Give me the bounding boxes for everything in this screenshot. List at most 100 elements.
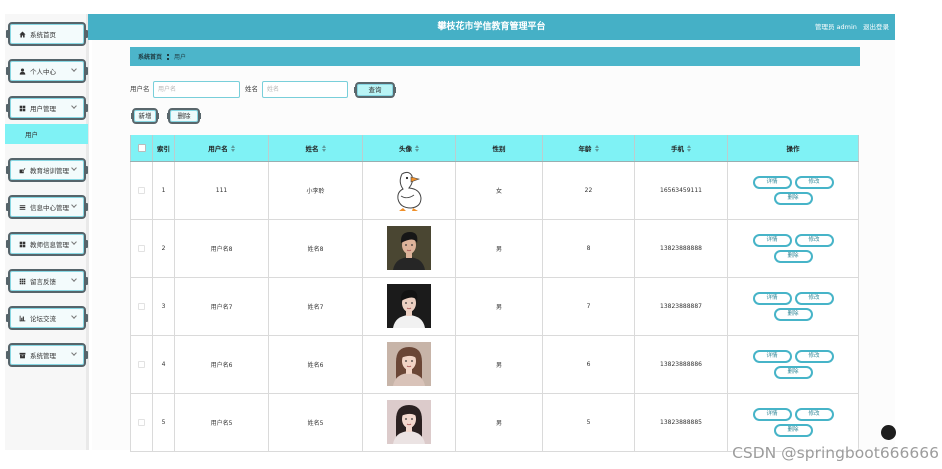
row-actions: 详情 修改删除 <box>752 175 834 205</box>
edit-icon <box>19 166 26 174</box>
table-row: 1 111 小李聆女 22 16563459111 详情 修改 删除 <box>130 160 859 220</box>
chevron-down-icon <box>71 313 77 319</box>
name-search-label: 姓名 <box>245 85 258 93</box>
actions-cell: 详情 修改删除 <box>727 160 859 220</box>
chart-icon <box>19 315 26 322</box>
column-header-label: 手机 <box>671 144 684 153</box>
row-checkbox[interactable] <box>138 244 145 252</box>
actions-cell: 详情 修改删除 <box>727 334 859 394</box>
edit-button[interactable]: 修改 <box>794 349 834 363</box>
header-user-area: 管理员 admin 退出登录 <box>815 14 889 40</box>
row-delete-button[interactable]: 删除 <box>773 307 813 321</box>
table-header-row: 索引 用户名 姓名 头像 性别 年龄 手机 操作 <box>130 135 859 162</box>
row-delete-button[interactable]: 删除 <box>773 365 813 379</box>
edit-button[interactable]: 修改 <box>794 233 834 247</box>
row-delete-button[interactable]: 删除 <box>773 249 813 263</box>
row-checkbox[interactable] <box>138 418 145 426</box>
row-select-cell <box>130 218 153 278</box>
row-actions: 详情 修改删除 <box>752 349 834 379</box>
logout-link[interactable]: 退出登录 <box>863 23 889 31</box>
sidebar-item-label: 系统首页 <box>30 31 56 39</box>
age-cell: 8 <box>542 218 635 278</box>
phone-cell: 16563459111 <box>634 160 728 220</box>
age-cell: 22 <box>542 160 635 220</box>
edit-button[interactable]: 修改 <box>794 407 834 421</box>
edit-button[interactable]: 修改 <box>794 175 834 189</box>
query-button[interactable]: 查询 <box>354 82 396 98</box>
sidebar-item-home[interactable]: 系统首页 <box>6 22 88 46</box>
username-search-input[interactable] <box>153 81 240 98</box>
avatar-cell <box>362 160 456 220</box>
username-search-label: 用户名 <box>130 85 150 93</box>
detail-button[interactable]: 详情 <box>752 291 792 305</box>
detail-button[interactable]: 详情 <box>752 349 792 363</box>
home-icon <box>19 31 26 38</box>
row-delete-button[interactable]: 删除 <box>773 423 813 437</box>
breadcrumb-home[interactable]: 系统首页 <box>138 52 162 61</box>
phone-cell: 13823888886 <box>634 334 728 394</box>
table-row: 3 用户名7 姓名7 男 7 13823888887 详情 修改 删除 <box>130 276 859 336</box>
edit-button[interactable]: 修改 <box>794 291 834 305</box>
sidebar-item-label: 个人中心 <box>30 68 56 76</box>
sidebar-menu: 系统首页 个人中心 用户管理 用户 教育培训管理 信息中心管理 教师信息管理 留… <box>5 22 88 380</box>
sidebar-subitem-users[interactable]: 用户 <box>5 124 88 144</box>
sort-icon[interactable] <box>230 145 235 153</box>
sidebar-subitem-label: 用户 <box>25 131 38 139</box>
sidebar-item-info-center[interactable]: 信息中心管理 <box>6 195 88 219</box>
goose-avatar <box>387 168 431 212</box>
column-header-avatar[interactable]: 头像 <box>362 135 456 162</box>
detail-button[interactable]: 详情 <box>752 407 792 421</box>
add-button[interactable]: 新增 <box>131 108 159 124</box>
sidebar-item-user-management[interactable]: 用户管理 <box>6 96 88 120</box>
column-header-label: 用户名 <box>208 144 228 153</box>
row-checkbox[interactable] <box>138 360 145 368</box>
name-cell: 小李聆 <box>268 160 363 220</box>
chevron-down-icon <box>71 239 77 245</box>
chevron-down-icon <box>71 165 77 171</box>
current-user-label: 管理员 admin <box>814 23 857 31</box>
floating-button[interactable] <box>881 425 896 440</box>
sidebar-item-label: 教育培训管理 <box>30 167 69 175</box>
gender-cell: 男 <box>455 218 543 278</box>
sort-icon[interactable] <box>321 145 326 153</box>
detail-button[interactable]: 详情 <box>752 175 792 189</box>
row-select-cell <box>130 160 153 220</box>
column-header-index: 索引 <box>152 135 175 162</box>
sidebar-item-forum[interactable]: 论坛交流 <box>6 306 88 330</box>
sidebar-item-teacher-info[interactable]: 教师信息管理 <box>6 232 88 256</box>
username-cell: 用户名6 <box>174 334 269 394</box>
breadcrumb-separator <box>167 53 170 60</box>
sort-icon[interactable] <box>687 145 691 153</box>
row-checkbox[interactable] <box>138 186 145 194</box>
breadcrumb: 系统首页 用户 <box>130 47 860 66</box>
app-title: 攀枝花市学信教育管理平台 <box>437 22 546 32</box>
sort-icon[interactable] <box>415 145 419 153</box>
select-all-checkbox[interactable] <box>137 143 146 152</box>
detail-button[interactable]: 详情 <box>752 233 792 247</box>
sidebar-item-education[interactable]: 教育培训管理 <box>6 158 88 182</box>
female-avatar-b <box>387 400 431 444</box>
column-header-phone[interactable]: 手机 <box>634 135 728 162</box>
top-header: 攀枝花市学信教育管理平台 管理员 admin 退出登录 <box>88 14 895 40</box>
breadcrumb-current: 用户 <box>174 54 187 61</box>
row-select-cell <box>130 276 153 336</box>
user-table: 索引 用户名 姓名 头像 性别 年龄 手机 操作 1 111 小李聆女 22 16563… <box>130 135 859 452</box>
row-delete-button[interactable]: 删除 <box>773 191 813 205</box>
sidebar-item-feedback[interactable]: 留言反馈 <box>6 269 88 293</box>
row-checkbox[interactable] <box>138 302 145 310</box>
index-cell: 1 <box>152 160 175 220</box>
female-avatar-a <box>387 342 431 386</box>
list-icon <box>19 204 26 211</box>
archive-icon <box>19 352 26 359</box>
column-header-age[interactable]: 年龄 <box>542 135 635 162</box>
sort-icon[interactable] <box>594 145 599 153</box>
column-header-username[interactable]: 用户名 <box>174 135 269 162</box>
sidebar-item-label: 信息中心管理 <box>30 204 69 212</box>
male-avatar-b <box>387 284 431 328</box>
name-search-input[interactable] <box>262 81 348 98</box>
column-header-name[interactable]: 姓名 <box>268 135 363 162</box>
batch-delete-button[interactable]: 删除 <box>167 108 201 124</box>
sidebar-item-system[interactable]: 系统管理 <box>6 343 88 367</box>
sidebar-item-profile[interactable]: 个人中心 <box>6 59 88 83</box>
row-select-cell <box>130 392 153 452</box>
